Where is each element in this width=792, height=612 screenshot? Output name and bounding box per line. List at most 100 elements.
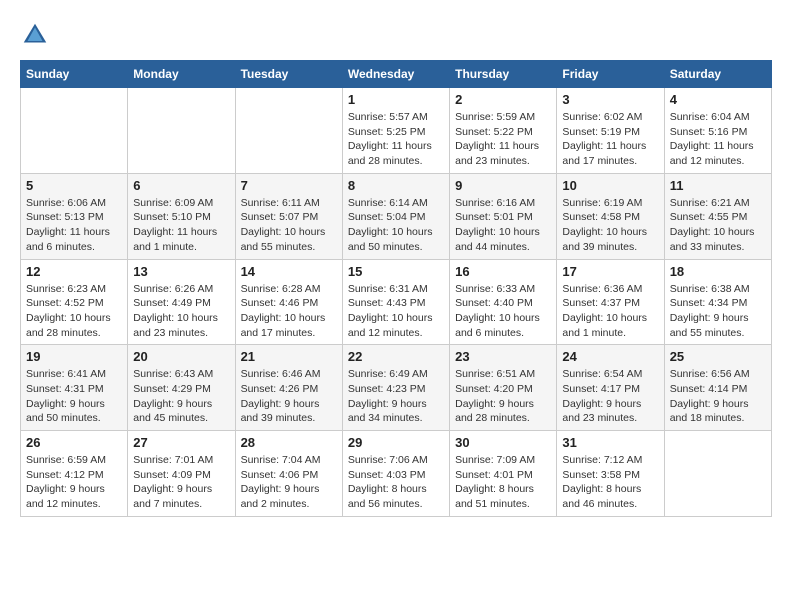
day-number: 6 [133, 178, 229, 193]
day-info: Sunrise: 6:33 AM Sunset: 4:40 PM Dayligh… [455, 282, 551, 341]
calendar-cell: 25 Sunrise: 6:56 AM Sunset: 4:14 PM Dayli… [664, 345, 771, 431]
day-info: Sunrise: 6:11 AM Sunset: 5:07 PM Dayligh… [241, 196, 337, 255]
day-info: Sunrise: 7:09 AM Sunset: 4:01 PM Dayligh… [455, 453, 551, 512]
day-info: Sunrise: 6:28 AM Sunset: 4:46 PM Dayligh… [241, 282, 337, 341]
day-number: 30 [455, 435, 551, 450]
calendar-table: SundayMondayTuesdayWednesdayThursdayFrid… [20, 60, 772, 517]
weekday-header-friday: Friday [557, 61, 664, 88]
calendar-cell: 21 Sunrise: 6:46 AM Sunset: 4:26 PM Dayli… [235, 345, 342, 431]
day-number: 29 [348, 435, 444, 450]
calendar-cell [664, 431, 771, 517]
calendar-cell: 28Sunrise: 7:04 AM Sunset: 4:06 PM Dayli… [235, 431, 342, 517]
day-number: 18 [670, 264, 766, 279]
day-info: Sunrise: 6:59 AM Sunset: 4:12 PM Dayligh… [26, 453, 122, 512]
day-number: 16 [455, 264, 551, 279]
day-number: 10 [562, 178, 658, 193]
calendar-cell: 13 Sunrise: 6:26 AM Sunset: 4:49 PM Dayli… [128, 259, 235, 345]
day-number: 22 [348, 349, 444, 364]
calendar-cell: 22 Sunrise: 6:49 AM Sunset: 4:23 PM Dayli… [342, 345, 449, 431]
day-number: 17 [562, 264, 658, 279]
day-number: 14 [241, 264, 337, 279]
weekday-header-wednesday: Wednesday [342, 61, 449, 88]
calendar-cell: 20Sunrise: 6:43 AM Sunset: 4:29 PM Dayli… [128, 345, 235, 431]
day-info: Sunrise: 6:04 AM Sunset: 5:16 PM Dayligh… [670, 110, 766, 169]
day-number: 26 [26, 435, 122, 450]
day-number: 19 [26, 349, 122, 364]
calendar-cell: 24 Sunrise: 6:54 AM Sunset: 4:17 PM Dayli… [557, 345, 664, 431]
calendar-header-row: SundayMondayTuesdayWednesdayThursdayFrid… [21, 61, 772, 88]
calendar-week-1: 1 Sunrise: 5:57 AM Sunset: 5:25 PM Daylig… [21, 88, 772, 174]
calendar-cell: 5 Sunrise: 6:06 AM Sunset: 5:13 PM Daylig… [21, 173, 128, 259]
calendar-cell: 3 Sunrise: 6:02 AM Sunset: 5:19 PM Daylig… [557, 88, 664, 174]
calendar-cell: 31 Sunrise: 7:12 AM Sunset: 3:58 PM Dayli… [557, 431, 664, 517]
weekday-header-tuesday: Tuesday [235, 61, 342, 88]
day-number: 7 [241, 178, 337, 193]
calendar-cell: 17 Sunrise: 6:36 AM Sunset: 4:37 PM Dayli… [557, 259, 664, 345]
calendar-cell: 1 Sunrise: 5:57 AM Sunset: 5:25 PM Daylig… [342, 88, 449, 174]
day-number: 11 [670, 178, 766, 193]
day-info: Sunrise: 6:16 AM Sunset: 5:01 PM Dayligh… [455, 196, 551, 255]
weekday-header-sunday: Sunday [21, 61, 128, 88]
day-number: 21 [241, 349, 337, 364]
calendar-cell: 18Sunrise: 6:38 AM Sunset: 4:34 PM Dayli… [664, 259, 771, 345]
calendar-week-4: 19 Sunrise: 6:41 AM Sunset: 4:31 PM Dayli… [21, 345, 772, 431]
day-info: Sunrise: 6:51 AM Sunset: 4:20 PM Dayligh… [455, 367, 551, 426]
day-number: 5 [26, 178, 122, 193]
calendar-cell [21, 88, 128, 174]
weekday-header-monday: Monday [128, 61, 235, 88]
weekday-header-thursday: Thursday [450, 61, 557, 88]
day-number: 12 [26, 264, 122, 279]
day-info: Sunrise: 7:06 AM Sunset: 4:03 PM Dayligh… [348, 453, 444, 512]
calendar-cell: 9 Sunrise: 6:16 AM Sunset: 5:01 PM Daylig… [450, 173, 557, 259]
day-info: Sunrise: 6:46 AM Sunset: 4:26 PM Dayligh… [241, 367, 337, 426]
day-info: Sunrise: 5:59 AM Sunset: 5:22 PM Dayligh… [455, 110, 551, 169]
calendar-week-3: 12 Sunrise: 6:23 AM Sunset: 4:52 PM Dayli… [21, 259, 772, 345]
calendar-cell: 8Sunrise: 6:14 AM Sunset: 5:04 PM Daylig… [342, 173, 449, 259]
day-info: Sunrise: 6:54 AM Sunset: 4:17 PM Dayligh… [562, 367, 658, 426]
day-number: 2 [455, 92, 551, 107]
day-info: Sunrise: 6:31 AM Sunset: 4:43 PM Dayligh… [348, 282, 444, 341]
day-info: Sunrise: 6:49 AM Sunset: 4:23 PM Dayligh… [348, 367, 444, 426]
calendar-cell: 12 Sunrise: 6:23 AM Sunset: 4:52 PM Dayli… [21, 259, 128, 345]
calendar-cell: 10Sunrise: 6:19 AM Sunset: 4:58 PM Dayli… [557, 173, 664, 259]
day-info: Sunrise: 5:57 AM Sunset: 5:25 PM Dayligh… [348, 110, 444, 169]
day-number: 27 [133, 435, 229, 450]
day-number: 25 [670, 349, 766, 364]
logo [20, 20, 54, 50]
day-info: Sunrise: 7:01 AM Sunset: 4:09 PM Dayligh… [133, 453, 229, 512]
calendar-cell: 27 Sunrise: 7:01 AM Sunset: 4:09 PM Dayli… [128, 431, 235, 517]
day-info: Sunrise: 6:41 AM Sunset: 4:31 PM Dayligh… [26, 367, 122, 426]
day-number: 4 [670, 92, 766, 107]
calendar-week-5: 26 Sunrise: 6:59 AM Sunset: 4:12 PM Dayli… [21, 431, 772, 517]
day-number: 13 [133, 264, 229, 279]
day-info: Sunrise: 6:23 AM Sunset: 4:52 PM Dayligh… [26, 282, 122, 341]
day-info: Sunrise: 6:21 AM Sunset: 4:55 PM Dayligh… [670, 196, 766, 255]
calendar-cell: 7 Sunrise: 6:11 AM Sunset: 5:07 PM Daylig… [235, 173, 342, 259]
day-info: Sunrise: 6:06 AM Sunset: 5:13 PM Dayligh… [26, 196, 122, 255]
day-info: Sunrise: 6:36 AM Sunset: 4:37 PM Dayligh… [562, 282, 658, 341]
day-number: 31 [562, 435, 658, 450]
calendar-cell [235, 88, 342, 174]
calendar-cell: 6 Sunrise: 6:09 AM Sunset: 5:10 PM Daylig… [128, 173, 235, 259]
day-number: 23 [455, 349, 551, 364]
logo-icon [20, 20, 50, 50]
day-info: Sunrise: 6:02 AM Sunset: 5:19 PM Dayligh… [562, 110, 658, 169]
day-number: 9 [455, 178, 551, 193]
calendar-cell: 16 Sunrise: 6:33 AM Sunset: 4:40 PM Dayli… [450, 259, 557, 345]
day-info: Sunrise: 6:09 AM Sunset: 5:10 PM Dayligh… [133, 196, 229, 255]
calendar-cell: 11 Sunrise: 6:21 AM Sunset: 4:55 PM Dayli… [664, 173, 771, 259]
day-info: Sunrise: 7:04 AM Sunset: 4:06 PM Dayligh… [241, 453, 337, 512]
day-info: Sunrise: 6:14 AM Sunset: 5:04 PM Dayligh… [348, 196, 444, 255]
calendar-body: 1 Sunrise: 5:57 AM Sunset: 5:25 PM Daylig… [21, 88, 772, 517]
day-info: Sunrise: 7:12 AM Sunset: 3:58 PM Dayligh… [562, 453, 658, 512]
day-info: Sunrise: 6:56 AM Sunset: 4:14 PM Dayligh… [670, 367, 766, 426]
calendar-cell: 14 Sunrise: 6:28 AM Sunset: 4:46 PM Dayli… [235, 259, 342, 345]
day-info: Sunrise: 6:26 AM Sunset: 4:49 PM Dayligh… [133, 282, 229, 341]
day-number: 1 [348, 92, 444, 107]
calendar-cell: 29 Sunrise: 7:06 AM Sunset: 4:03 PM Dayli… [342, 431, 449, 517]
day-number: 15 [348, 264, 444, 279]
calendar-cell: 15 Sunrise: 6:31 AM Sunset: 4:43 PM Dayli… [342, 259, 449, 345]
calendar-cell: 30 Sunrise: 7:09 AM Sunset: 4:01 PM Dayli… [450, 431, 557, 517]
day-number: 24 [562, 349, 658, 364]
day-number: 3 [562, 92, 658, 107]
